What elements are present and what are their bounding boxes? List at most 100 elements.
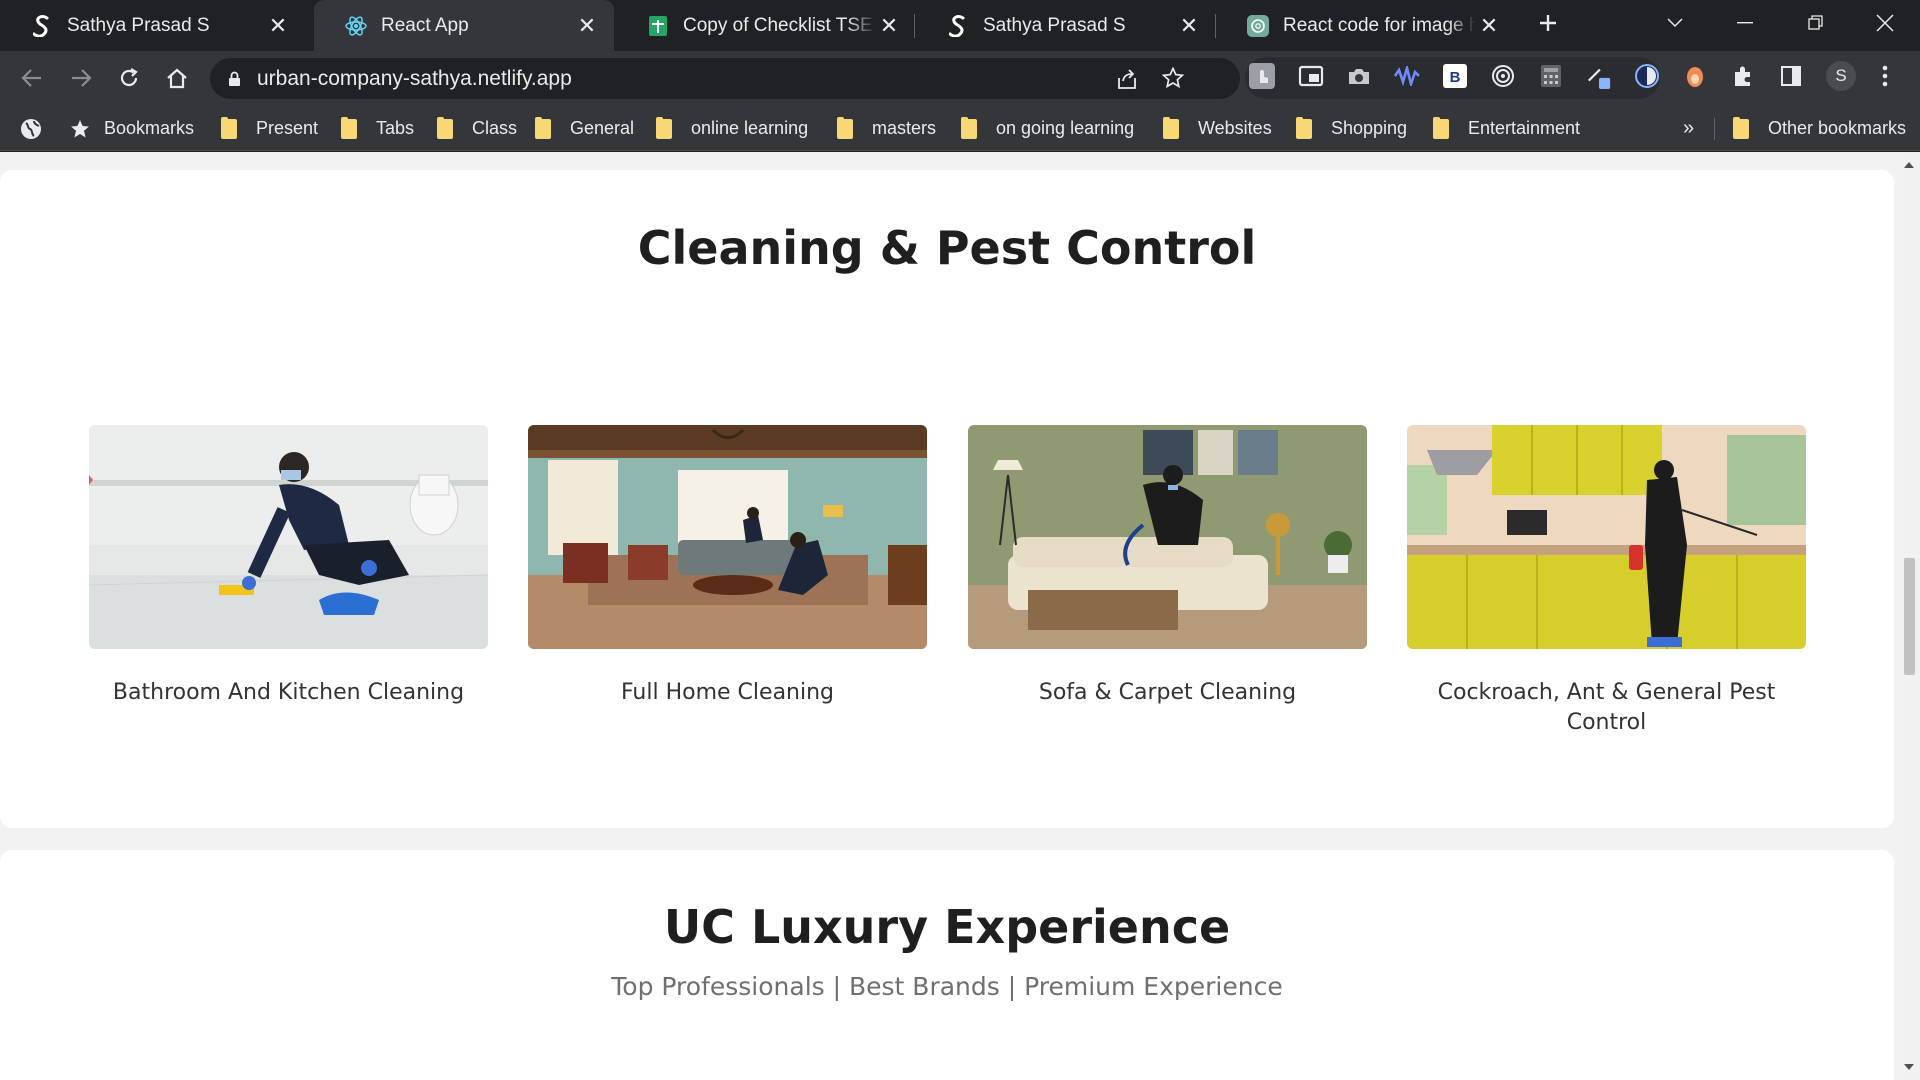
tab-title: Copy of Checklist TSE Bat	[683, 14, 876, 36]
touch-extension-icon[interactable]	[1249, 63, 1275, 89]
fox-extension-icon[interactable]	[1682, 63, 1708, 89]
restore-button[interactable]	[1781, 0, 1851, 45]
calculator-extension-icon[interactable]	[1538, 63, 1564, 89]
service-label[interactable]: Cockroach, Ant & General Pest Control	[1407, 678, 1806, 738]
close-tab-icon[interactable]: ✕	[876, 13, 902, 39]
uc-luxury-section: UC Luxury Experience Top Professionals |…	[0, 850, 1894, 1080]
reload-button[interactable]	[111, 60, 147, 96]
share-icon[interactable]	[1116, 68, 1138, 95]
eyedropper-extension-icon[interactable]	[1586, 63, 1612, 89]
forward-button[interactable]	[63, 60, 99, 96]
sheets-icon	[647, 15, 669, 37]
tab-search-button[interactable]	[1640, 0, 1710, 45]
bookmark-folder-present[interactable]: Present	[221, 106, 318, 151]
service-card-pest-control[interactable]: Cockroach, Ant & General Pest Control	[1407, 425, 1806, 738]
bookmark-folder-label: Entertainment	[1468, 118, 1581, 138]
tab-separator	[914, 14, 915, 38]
tab-react-app[interactable]: React App ✕	[314, 0, 614, 51]
tab-title: React App	[381, 14, 469, 36]
bookmarks-overflow-button[interactable]: »	[1683, 106, 1694, 151]
wave-extension-icon[interactable]	[1394, 63, 1420, 89]
folder-icon	[535, 116, 551, 139]
close-tab-icon[interactable]: ✕	[1476, 13, 1502, 39]
bookmark-folder-entertainment[interactable]: Entertainment	[1433, 106, 1580, 151]
tab-sathya-1[interactable]: Sathya Prasad S ✕	[0, 0, 305, 51]
tab-react-code[interactable]: React code for image hov ✕	[1216, 0, 1516, 51]
profile-avatar[interactable]: S	[1826, 61, 1856, 91]
bookmark-folder-label: Other bookmarks	[1768, 118, 1907, 138]
folder-icon	[837, 116, 853, 139]
home-button[interactable]	[159, 60, 195, 96]
lock-icon[interactable]	[228, 71, 241, 87]
puzzle-extensions-icon[interactable]	[1730, 63, 1756, 89]
folder-icon	[341, 116, 357, 139]
bookmark-folder-masters[interactable]: masters	[837, 106, 936, 151]
bookmark-folder-label: Tabs	[376, 118, 415, 138]
bookmark-folder-websites[interactable]: Websites	[1163, 106, 1272, 151]
service-card-sofa-carpet[interactable]: Sofa & Carpet Cleaning	[968, 425, 1367, 708]
service-label[interactable]: Full Home Cleaning	[528, 678, 927, 708]
tab-title: React code for image hov	[1283, 14, 1476, 36]
tab-sathya-2[interactable]: Sathya Prasad S ✕	[916, 0, 1216, 51]
section-subtitle: Top Professionals | Best Brands | Premiu…	[611, 972, 1283, 1001]
chevron-down-icon	[1667, 17, 1683, 27]
kebab-menu-icon[interactable]	[1872, 63, 1898, 89]
service-image-full-home[interactable]	[528, 425, 927, 649]
pip-extension-icon[interactable]	[1298, 63, 1324, 89]
camera-extension-icon[interactable]	[1346, 63, 1372, 89]
bookmark-folder-label: Present	[256, 118, 319, 138]
service-label[interactable]: Bathroom And Kitchen Cleaning	[89, 678, 488, 708]
target-extension-icon[interactable]	[1490, 63, 1516, 89]
globe-icon	[21, 118, 41, 139]
bookmarks-button[interactable]: Bookmarks	[70, 106, 194, 151]
address-bar[interactable]: urban-company-sathya.netlify.app	[210, 58, 1240, 99]
close-tab-icon[interactable]: ✕	[574, 13, 600, 39]
b-extension-icon[interactable]: B	[1442, 63, 1468, 89]
bookmark-folder-online-learning[interactable]: online learning	[656, 106, 808, 151]
tab-title: Sathya Prasad S	[983, 14, 1126, 36]
url-text[interactable]: urban-company-sathya.netlify.app	[257, 67, 572, 91]
star-icon[interactable]	[1161, 66, 1185, 94]
other-bookmarks-folder[interactable]: Other bookmarks	[1733, 106, 1906, 151]
bookmarks-label: Bookmarks	[104, 118, 195, 138]
new-tab-button[interactable]	[1513, 0, 1583, 45]
bookmark-folder-class[interactable]: Class	[437, 106, 517, 151]
service-image-sofa[interactable]	[968, 425, 1367, 649]
folder-icon	[656, 116, 672, 139]
arrow-right-icon	[72, 69, 92, 87]
browser-toolbar: urban-company-sathya.netlify.app B S	[0, 51, 1920, 106]
restore-icon	[1808, 14, 1823, 30]
folder-icon	[1433, 116, 1449, 139]
service-card-bathroom-kitchen[interactable]: Bathroom And Kitchen Cleaning	[89, 425, 488, 708]
close-tab-icon[interactable]: ✕	[265, 13, 291, 39]
bookmark-folder-on-going-learning[interactable]: on going learning	[961, 106, 1134, 151]
close-window-button[interactable]	[1850, 0, 1920, 45]
page-scrollbar[interactable]	[1898, 152, 1920, 1080]
bookmark-folder-general[interactable]: General	[535, 106, 634, 151]
minimize-button[interactable]	[1710, 0, 1780, 45]
scroll-up-arrow[interactable]	[1904, 162, 1914, 168]
scrollbar-thumb[interactable]	[1904, 558, 1915, 675]
section-title: Cleaning & Pest Control	[637, 221, 1257, 275]
service-image-bathroom[interactable]	[89, 425, 488, 649]
service-card-full-home[interactable]: Full Home Cleaning	[528, 425, 927, 708]
globe-extension-icon[interactable]	[1634, 63, 1660, 89]
bookmark-folder-label: masters	[872, 118, 937, 138]
bookmark-folder-label: Websites	[1198, 118, 1272, 138]
tab-strip: Sathya Prasad S ✕ React App ✕ Copy of Ch…	[0, 0, 1920, 51]
apps-button[interactable]	[20, 106, 42, 151]
back-button[interactable]	[14, 60, 50, 96]
bookmark-folder-label: Shopping	[1331, 118, 1408, 138]
tab-checklist[interactable]: Copy of Checklist TSE Bat ✕	[616, 0, 916, 51]
bookmark-folder-tabs[interactable]: Tabs	[341, 106, 414, 151]
close-icon	[1876, 13, 1894, 32]
scroll-down-arrow[interactable]	[1904, 1064, 1914, 1070]
bookmark-folder-shopping[interactable]: Shopping	[1296, 106, 1407, 151]
service-image-pest-control[interactable]	[1407, 425, 1806, 649]
bookmarks-bar: Bookmarks Present Tabs Class General onl…	[0, 106, 1920, 151]
side-panel-icon[interactable]	[1778, 63, 1804, 89]
service-label[interactable]: Sofa & Carpet Cleaning	[968, 678, 1367, 708]
close-tab-icon[interactable]: ✕	[1176, 13, 1202, 39]
folder-icon	[1296, 116, 1312, 139]
minimize-icon	[1737, 21, 1753, 23]
